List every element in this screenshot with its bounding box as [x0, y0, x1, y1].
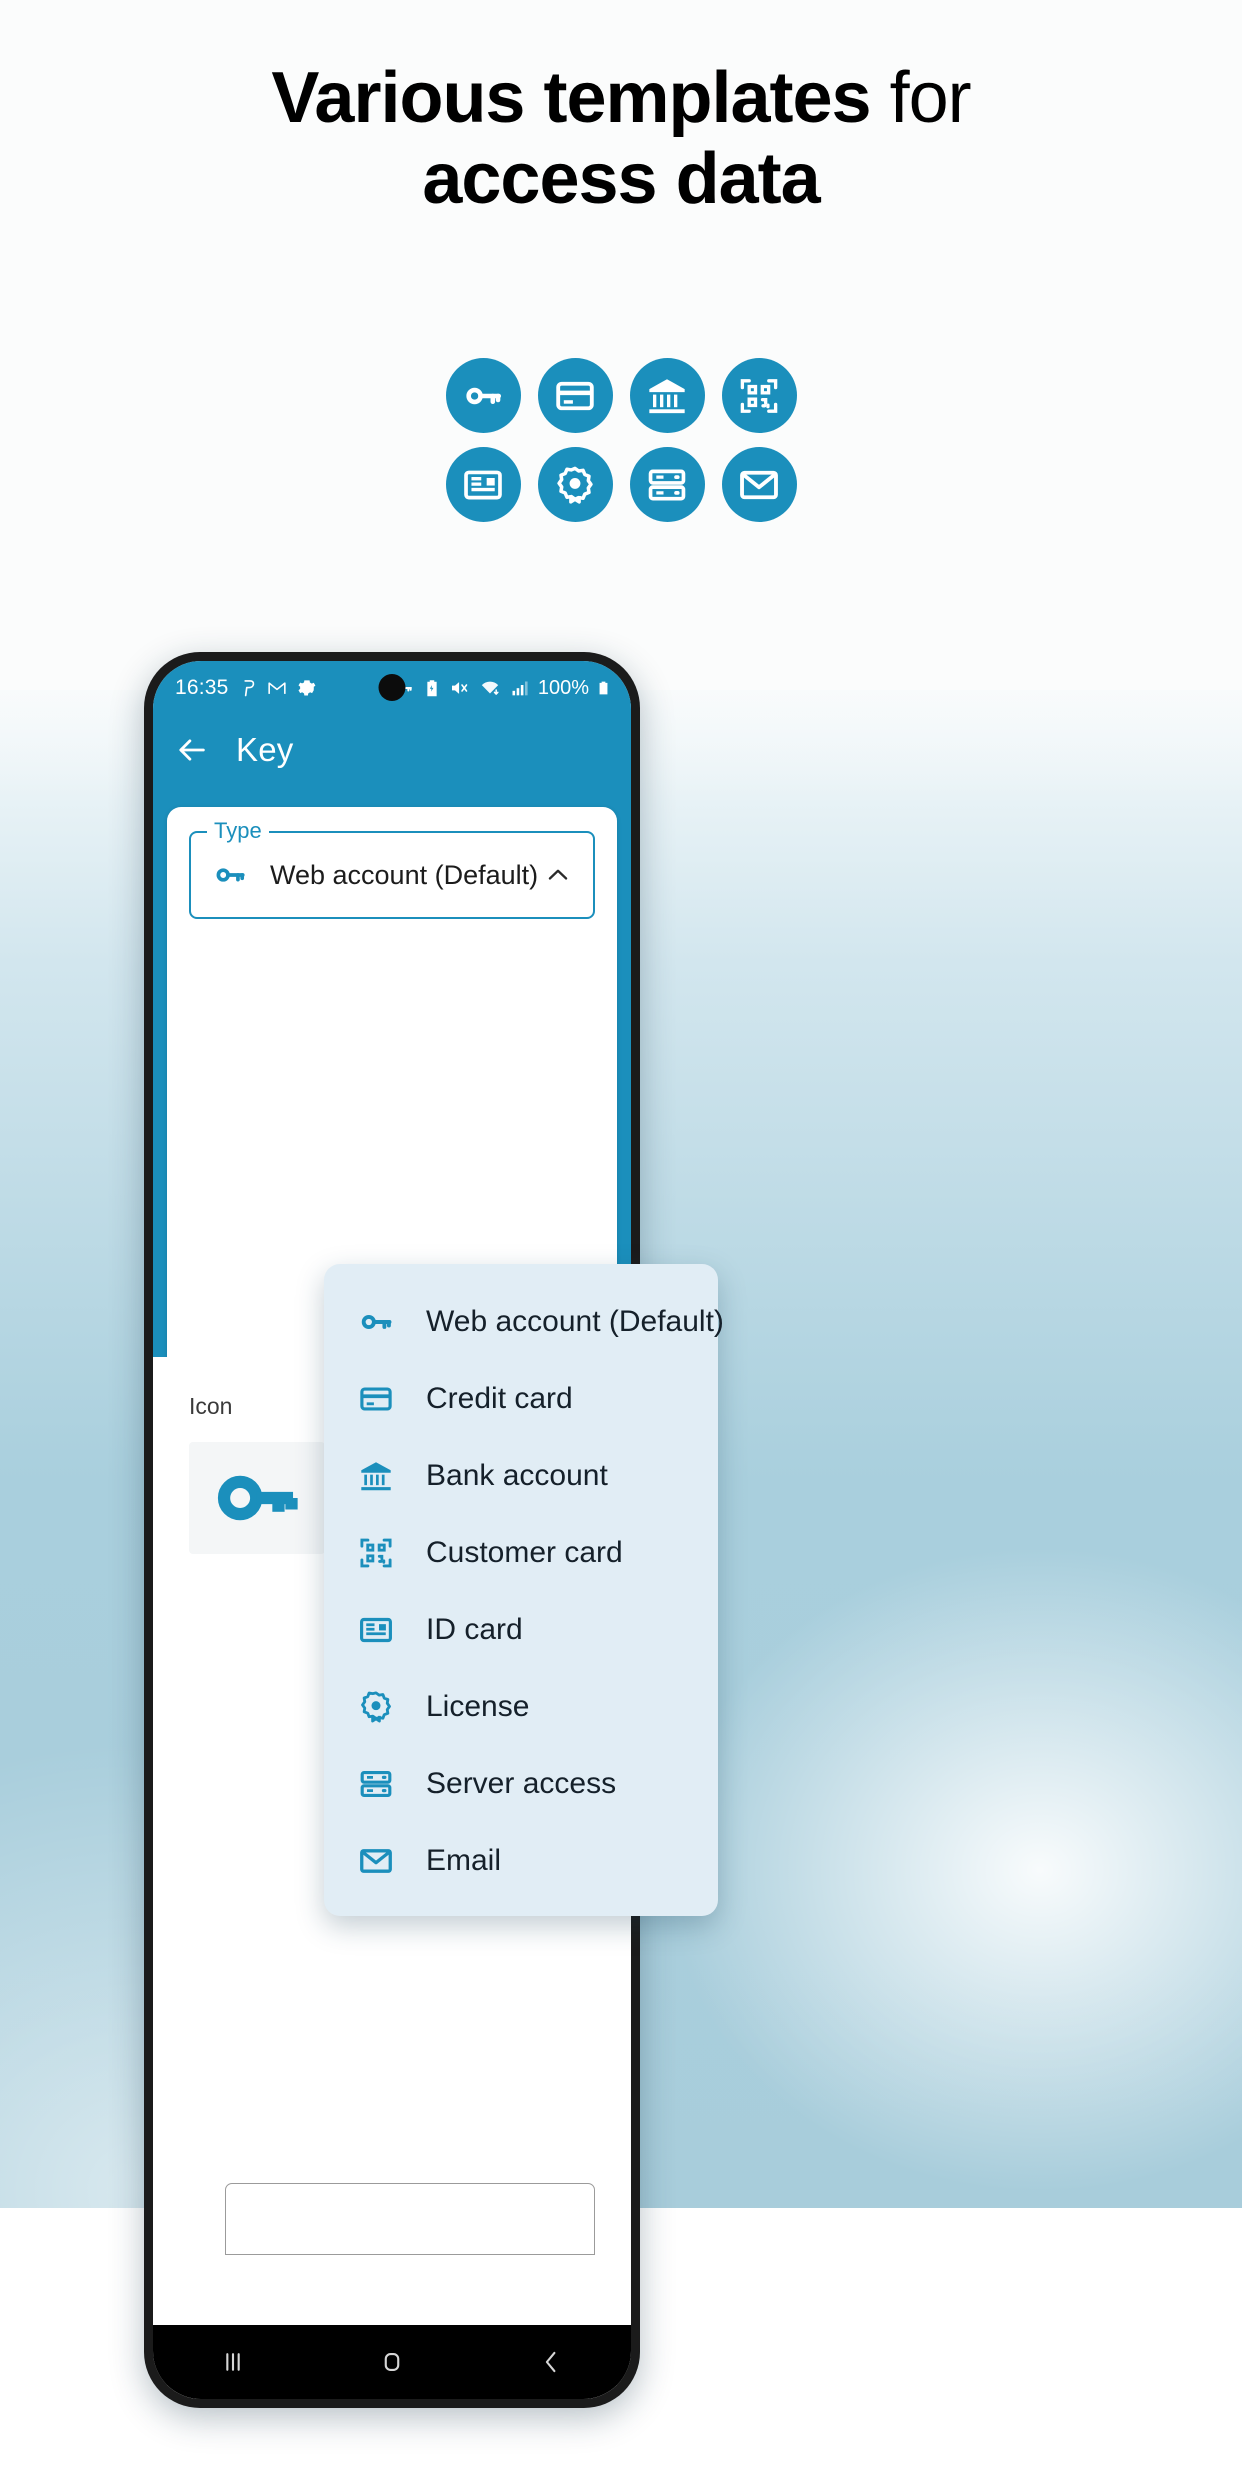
- dropdown-item-label: Web account (Default): [426, 1304, 724, 1338]
- key-icon: [361, 1314, 392, 1329]
- dropdown-item-label: Customer card: [426, 1535, 623, 1569]
- dropdown-item-web-account[interactable]: Web account (Default): [324, 1283, 724, 1360]
- dropdown-item-label: Credit card: [426, 1381, 573, 1415]
- chevron-up-icon[interactable]: [543, 860, 573, 890]
- credit-card-icon: [360, 1387, 392, 1410]
- server-icon: [360, 1770, 392, 1797]
- battery-saver-icon: [427, 680, 437, 697]
- server-icon: [648, 469, 686, 500]
- dropdown-item-label: License: [426, 1689, 530, 1723]
- battery-icon: [599, 681, 608, 695]
- recents-icon[interactable]: [216, 2345, 250, 2379]
- dropdown-item-label: Server access: [426, 1766, 617, 1800]
- credit-card-icon: [556, 381, 594, 410]
- key-icon: [217, 1475, 298, 1521]
- headline-line-1: Various templates for: [0, 58, 1242, 139]
- type-dropdown-field[interactable]: Type Web account (Default): [189, 820, 595, 919]
- badge-customer-card: [721, 358, 797, 433]
- badge-license: [537, 447, 613, 522]
- headline-light: for: [870, 58, 972, 138]
- badge-bank-account: [629, 358, 705, 433]
- dropdown-item-customer-card[interactable]: Customer card: [324, 1514, 718, 1591]
- page-title: Various templates for access data: [0, 58, 1242, 219]
- dropdown-item-license[interactable]: License: [324, 1668, 718, 1745]
- dropdown-item-label: ID card: [426, 1612, 523, 1646]
- key-icon: [466, 387, 502, 404]
- type-field-label: Type: [207, 820, 269, 842]
- dropdown-item-bank-account[interactable]: Bank account: [324, 1437, 718, 1514]
- paypal-icon: [243, 680, 254, 697]
- qr-code-icon: [740, 378, 778, 413]
- headline-strong: Various templates: [271, 58, 871, 138]
- camera-punch-hole: [378, 674, 406, 701]
- gmail-icon: [267, 682, 286, 694]
- id-card-icon: [360, 1617, 392, 1642]
- dropdown-item-email[interactable]: Email: [324, 1822, 718, 1899]
- next-form-field[interactable]: [225, 2183, 595, 2255]
- id-card-icon: [464, 470, 502, 499]
- status-bar-left: 16:35: [175, 676, 316, 700]
- qr-code-icon: [360, 1538, 392, 1567]
- template-icon-row-2: [445, 447, 797, 522]
- badge-server-access: [629, 447, 705, 522]
- status-bar: 16:35 100%: [153, 661, 631, 715]
- dropdown-item-credit-card[interactable]: Credit card: [324, 1360, 718, 1437]
- headline-line-2: access data: [422, 138, 820, 219]
- type-field-value: Web account (Default): [270, 859, 539, 890]
- app-bar-title: Key: [236, 731, 294, 768]
- android-nav-bar: [153, 2325, 631, 2399]
- wifi-icon: [481, 681, 499, 695]
- type-dropdown-menu[interactable]: Web account (Default) Credit card Bank a…: [324, 1264, 724, 1916]
- back-chevron-icon[interactable]: [534, 2345, 568, 2379]
- app-bar: Key: [153, 715, 631, 785]
- template-icon-grid: [0, 358, 1242, 522]
- dropdown-item-server-access[interactable]: Server access: [324, 1745, 718, 1822]
- badge-credit-card: [537, 358, 613, 433]
- bank-icon: [361, 1461, 391, 1490]
- envelope-icon: [740, 470, 778, 499]
- mute-icon: [451, 682, 468, 694]
- signal-icon: [512, 681, 528, 696]
- battery-percent-label: 100%: [537, 676, 589, 699]
- template-icon-row-1: [445, 358, 797, 433]
- settings-gear-icon: [298, 680, 315, 696]
- badge-email: [721, 447, 797, 522]
- dropdown-item-label: Bank account: [426, 1458, 608, 1492]
- envelope-icon: [360, 1848, 392, 1873]
- bank-icon: [649, 378, 685, 413]
- badge-id-card: [445, 447, 521, 522]
- dropdown-item-id-card[interactable]: ID card: [324, 1591, 718, 1668]
- status-time: 16:35: [175, 676, 229, 699]
- badge-web-account: [445, 358, 521, 433]
- icon-preview-thumbnail[interactable]: [189, 1442, 325, 1554]
- status-bar-right: 100%: [391, 677, 611, 700]
- license-badge-icon: [361, 1690, 391, 1722]
- arrow-left-icon[interactable]: [175, 733, 209, 767]
- license-badge-icon: [557, 466, 593, 504]
- dropdown-item-label: Email: [426, 1843, 502, 1877]
- key-icon: [216, 868, 245, 882]
- home-icon[interactable]: [375, 2345, 409, 2379]
